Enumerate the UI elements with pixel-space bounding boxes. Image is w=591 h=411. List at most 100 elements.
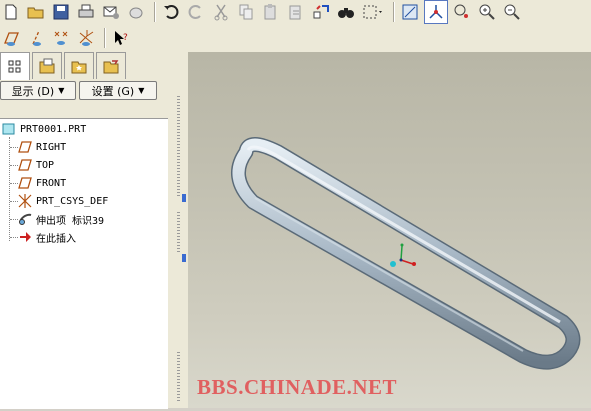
toolbar-row-2: ? <box>0 26 135 50</box>
csys-display-button[interactable] <box>424 0 448 24</box>
connections-icon <box>103 60 119 74</box>
coordinate-system-icon <box>18 194 32 208</box>
navigator-panel: 显示 (D) ▼ 设置 (G) ▼ PRT0001.PRT RIGHT TOP … <box>0 52 172 409</box>
save-button[interactable] <box>50 1 72 23</box>
panel-splitter[interactable] <box>172 52 188 408</box>
settings-button-label: 设置 (G) <box>91 84 135 98</box>
tree-item-csys[interactable]: PRT_CSYS_DEF <box>18 193 108 209</box>
datum-plane-eye-icon <box>4 32 19 46</box>
part-icon <box>2 123 15 135</box>
toolbar-separator <box>154 2 156 22</box>
tab-model-tree[interactable] <box>0 52 30 80</box>
chevron-down-icon: ▼ <box>58 86 65 95</box>
tree-connector <box>10 183 18 184</box>
tree-connector <box>10 219 18 220</box>
sweep-feature-icon <box>19 213 32 225</box>
tree-item-top[interactable]: TOP <box>18 157 54 173</box>
watermark-text: BBS.CHINADE.NET <box>197 375 398 399</box>
tree-connector <box>10 165 18 166</box>
tree-item-protrusion[interactable]: 伸出项 标识39 <box>18 211 104 227</box>
copy-button[interactable] <box>235 1 257 23</box>
graphics-viewport[interactable] <box>188 52 591 408</box>
tree-item-label: RIGHT <box>36 141 67 153</box>
mail-attach-icon <box>129 7 143 19</box>
tree-item-label: FRONT <box>36 177 67 189</box>
undo-button[interactable] <box>160 1 182 23</box>
zoom-out-icon <box>504 4 520 20</box>
insert-here-arrow-icon <box>20 232 31 242</box>
splitter-grip <box>177 352 180 402</box>
regenerate-button[interactable] <box>310 1 332 23</box>
toolbar-separator <box>104 28 106 48</box>
splitter-grip <box>177 96 180 196</box>
tree-item-label: TOP <box>36 159 55 171</box>
redo-button[interactable] <box>185 1 207 23</box>
toolbar-row-1 <box>0 0 526 24</box>
save-disk-icon <box>53 4 69 20</box>
zoom-out-button[interactable] <box>501 1 523 23</box>
tab-favorites[interactable] <box>64 52 94 79</box>
mail-attachment-button[interactable] <box>125 1 147 23</box>
tab-connections[interactable] <box>96 52 126 79</box>
datum-point-eye-icon <box>54 31 68 45</box>
context-help-button[interactable]: ? <box>110 27 132 49</box>
print-button[interactable] <box>75 1 97 23</box>
points-display-icon <box>454 4 468 18</box>
splitter-marker <box>182 254 186 262</box>
datum-axis-eye-icon <box>32 30 41 46</box>
binoculars-icon <box>338 8 354 18</box>
open-folder-icon <box>27 7 44 19</box>
zoom-in-button[interactable] <box>476 1 498 23</box>
scissors-icon <box>214 4 228 21</box>
plane-visibility-button[interactable] <box>0 27 22 49</box>
tree-item-label: PRT_CSYS_DEF <box>36 195 109 207</box>
select-box-icon <box>363 5 382 19</box>
coordinate-system-indicator <box>390 243 416 267</box>
model-tree-icon <box>8 60 21 72</box>
axis-visibility-button[interactable] <box>25 27 47 49</box>
regenerate-icon <box>313 5 329 19</box>
tree-button-row: 显示 (D) ▼ 设置 (G) ▼ <box>0 81 172 101</box>
axis-display-icon <box>429 5 443 19</box>
csys-visibility-button[interactable] <box>75 27 97 49</box>
settings-dropdown-button[interactable]: 设置 (G) ▼ <box>79 81 157 100</box>
redo-icon <box>188 5 201 19</box>
find-button[interactable] <box>335 1 357 23</box>
open-file-button[interactable] <box>25 1 47 23</box>
paste-special-icon <box>289 5 301 20</box>
toolbar-separator <box>393 2 395 22</box>
tab-folder-browser[interactable] <box>32 52 62 79</box>
tree-item-right[interactable]: RIGHT <box>18 139 66 155</box>
cut-button[interactable] <box>210 1 232 23</box>
pointer-help-icon: ? <box>115 31 128 45</box>
new-file-button[interactable] <box>0 1 22 23</box>
paste-button[interactable] <box>260 1 282 23</box>
paste-special-button[interactable] <box>285 1 307 23</box>
tree-root-item[interactable]: PRT0001.PRT <box>2 121 86 137</box>
splitter-grip <box>177 212 180 252</box>
plane-display-icon <box>402 4 418 20</box>
tree-connector <box>10 147 18 148</box>
tree-item-label: 在此插入 <box>36 233 76 245</box>
swept-loop-model[interactable] <box>231 137 581 370</box>
svg-text:?: ? <box>123 33 128 43</box>
tree-connector <box>10 201 18 202</box>
tree-item-label: 伸出项 标识39 <box>36 215 105 227</box>
point-display-button[interactable] <box>451 1 473 23</box>
display-dropdown-button[interactable]: 显示 (D) ▼ <box>0 81 76 100</box>
splitter-marker <box>182 194 186 202</box>
folder-browser-icon <box>39 58 55 74</box>
datum-plane-icon <box>18 141 32 153</box>
point-visibility-button[interactable] <box>50 27 72 49</box>
tree-item-front[interactable]: FRONT <box>18 175 66 191</box>
tree-item-insert-here[interactable]: 在此插入 <box>18 229 76 245</box>
datum-plane-icon <box>18 177 32 189</box>
model-view <box>231 137 581 370</box>
selection-box-dropdown[interactable] <box>360 1 386 23</box>
csys-eye-icon <box>79 30 94 46</box>
send-mail-button[interactable] <box>100 1 122 23</box>
navigator-tabs <box>0 52 172 80</box>
datum-plane-display-button[interactable] <box>399 1 421 23</box>
paste-icon <box>264 4 276 20</box>
tree-root-label: PRT0001.PRT <box>20 123 87 135</box>
